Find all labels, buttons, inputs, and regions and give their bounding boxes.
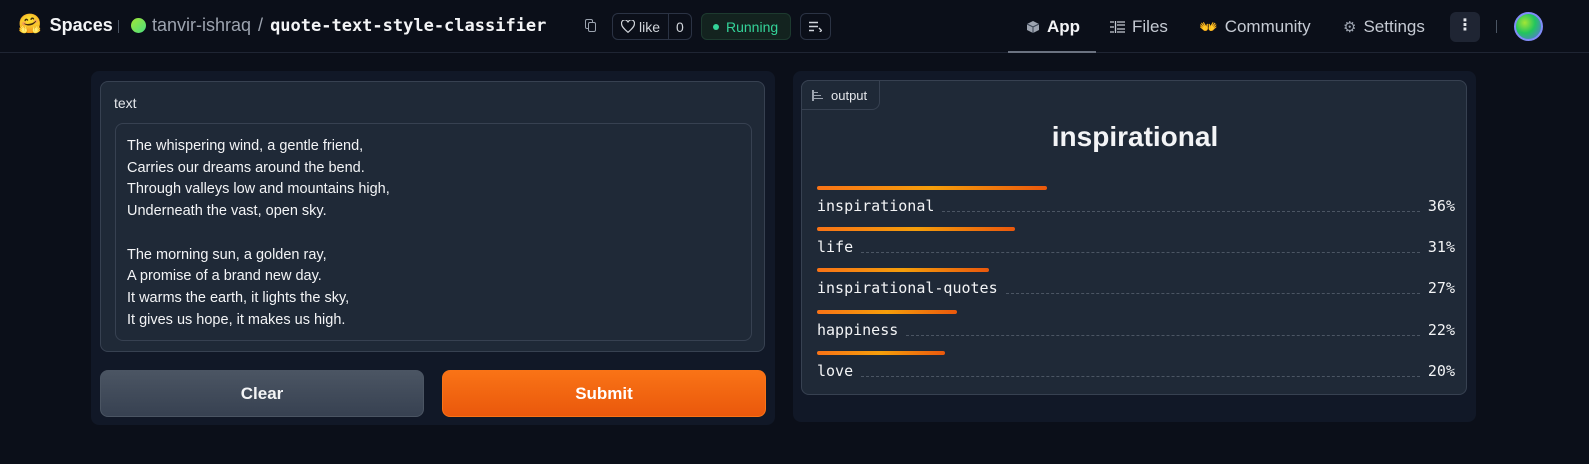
confidence-percent: 36% — [1427, 197, 1455, 215]
space-title: tanvir-ishraq / quote-text-style-classif… — [131, 15, 546, 36]
confidence-label: life — [817, 238, 854, 256]
text-input-block: text The whispering wind, a gentle frien… — [100, 81, 765, 352]
confidence-row[interactable]: inspirational-quotes 27% — [817, 268, 1455, 308]
text-input-area[interactable]: The whispering wind, a gentle friend, Ca… — [115, 123, 752, 341]
confidence-bar — [817, 310, 957, 314]
confidence-label: love — [817, 362, 854, 380]
confidence-row[interactable]: inspirational 36% — [817, 186, 1455, 226]
brand-name: Spaces — [49, 14, 113, 35]
text-input-label: text — [114, 95, 137, 111]
output-tag: output — [801, 80, 880, 110]
heart-icon — [621, 20, 635, 33]
like-button[interactable]: like 0 — [612, 13, 692, 40]
confidence-bar — [817, 227, 1015, 231]
confidence-row[interactable]: happiness 22% — [817, 310, 1455, 350]
confidence-percent: 22% — [1427, 321, 1455, 339]
like-label: like — [639, 18, 661, 35]
status-badge[interactable]: Running — [701, 13, 791, 40]
output-tag-label: output — [831, 87, 868, 103]
files-icon — [1110, 20, 1125, 33]
confidence-label: happiness — [817, 321, 899, 339]
tab-app-label: App — [1047, 16, 1081, 36]
logs-button[interactable] — [800, 13, 831, 40]
spaces-home-link[interactable]: 🤗 Spaces — [18, 14, 113, 36]
confidence-percent: 20% — [1427, 362, 1455, 380]
user-avatar[interactable] — [1514, 12, 1543, 41]
gear-icon: ⚙ — [1343, 18, 1357, 36]
copy-icon[interactable] — [585, 19, 597, 33]
community-icon: 👐 — [1199, 18, 1218, 36]
divider — [118, 20, 119, 33]
confidence-percent: 31% — [1427, 238, 1455, 256]
tab-community[interactable]: 👐 Community — [1199, 0, 1311, 53]
confidence-bar — [817, 268, 989, 272]
space-name-link[interactable]: quote-text-style-classifier — [270, 16, 546, 36]
confidence-row[interactable]: life 31% — [817, 227, 1455, 267]
divider — [1496, 20, 1497, 33]
confidence-bar — [817, 186, 1047, 190]
logs-icon — [809, 21, 822, 32]
more-options-button[interactable]: ⋮ — [1450, 12, 1480, 42]
confidence-row[interactable]: love 20% — [817, 351, 1455, 391]
status-dot-icon — [713, 23, 719, 30]
clear-button[interactable]: Clear — [100, 370, 424, 417]
predicted-label: inspirational — [1051, 121, 1219, 152]
submit-button[interactable]: Submit — [442, 370, 766, 417]
tab-settings[interactable]: ⚙ Settings — [1343, 0, 1425, 53]
confidence-label: inspirational-quotes — [817, 279, 998, 297]
space-owner-link[interactable]: tanvir-ishraq — [152, 15, 251, 36]
hugging-face-logo-icon: 🤗 — [18, 14, 42, 35]
tab-files-label: Files — [1132, 16, 1168, 36]
space-avatar-icon — [131, 18, 146, 33]
confidence-label: inspirational — [817, 197, 935, 215]
status-text: Running — [726, 18, 779, 35]
confidence-percent: 27% — [1427, 279, 1455, 297]
cube-icon — [1026, 20, 1040, 33]
tab-settings-label: Settings — [1363, 16, 1425, 36]
top-navigation-bar: 🤗 Spaces tanvir-ishraq / quote-text-styl… — [0, 0, 1589, 53]
tab-app[interactable]: App — [1007, 0, 1097, 53]
bar-chart-icon — [812, 89, 823, 101]
path-separator: / — [258, 15, 264, 35]
confidence-bar — [817, 351, 945, 355]
like-count: 0 — [676, 18, 684, 35]
label-output-block: output inspirational inspirational 36% l… — [801, 80, 1467, 395]
more-options-icon: ⋮ — [1457, 17, 1473, 34]
tab-community-label: Community — [1224, 16, 1311, 36]
tab-files[interactable]: Files — [1110, 0, 1168, 53]
